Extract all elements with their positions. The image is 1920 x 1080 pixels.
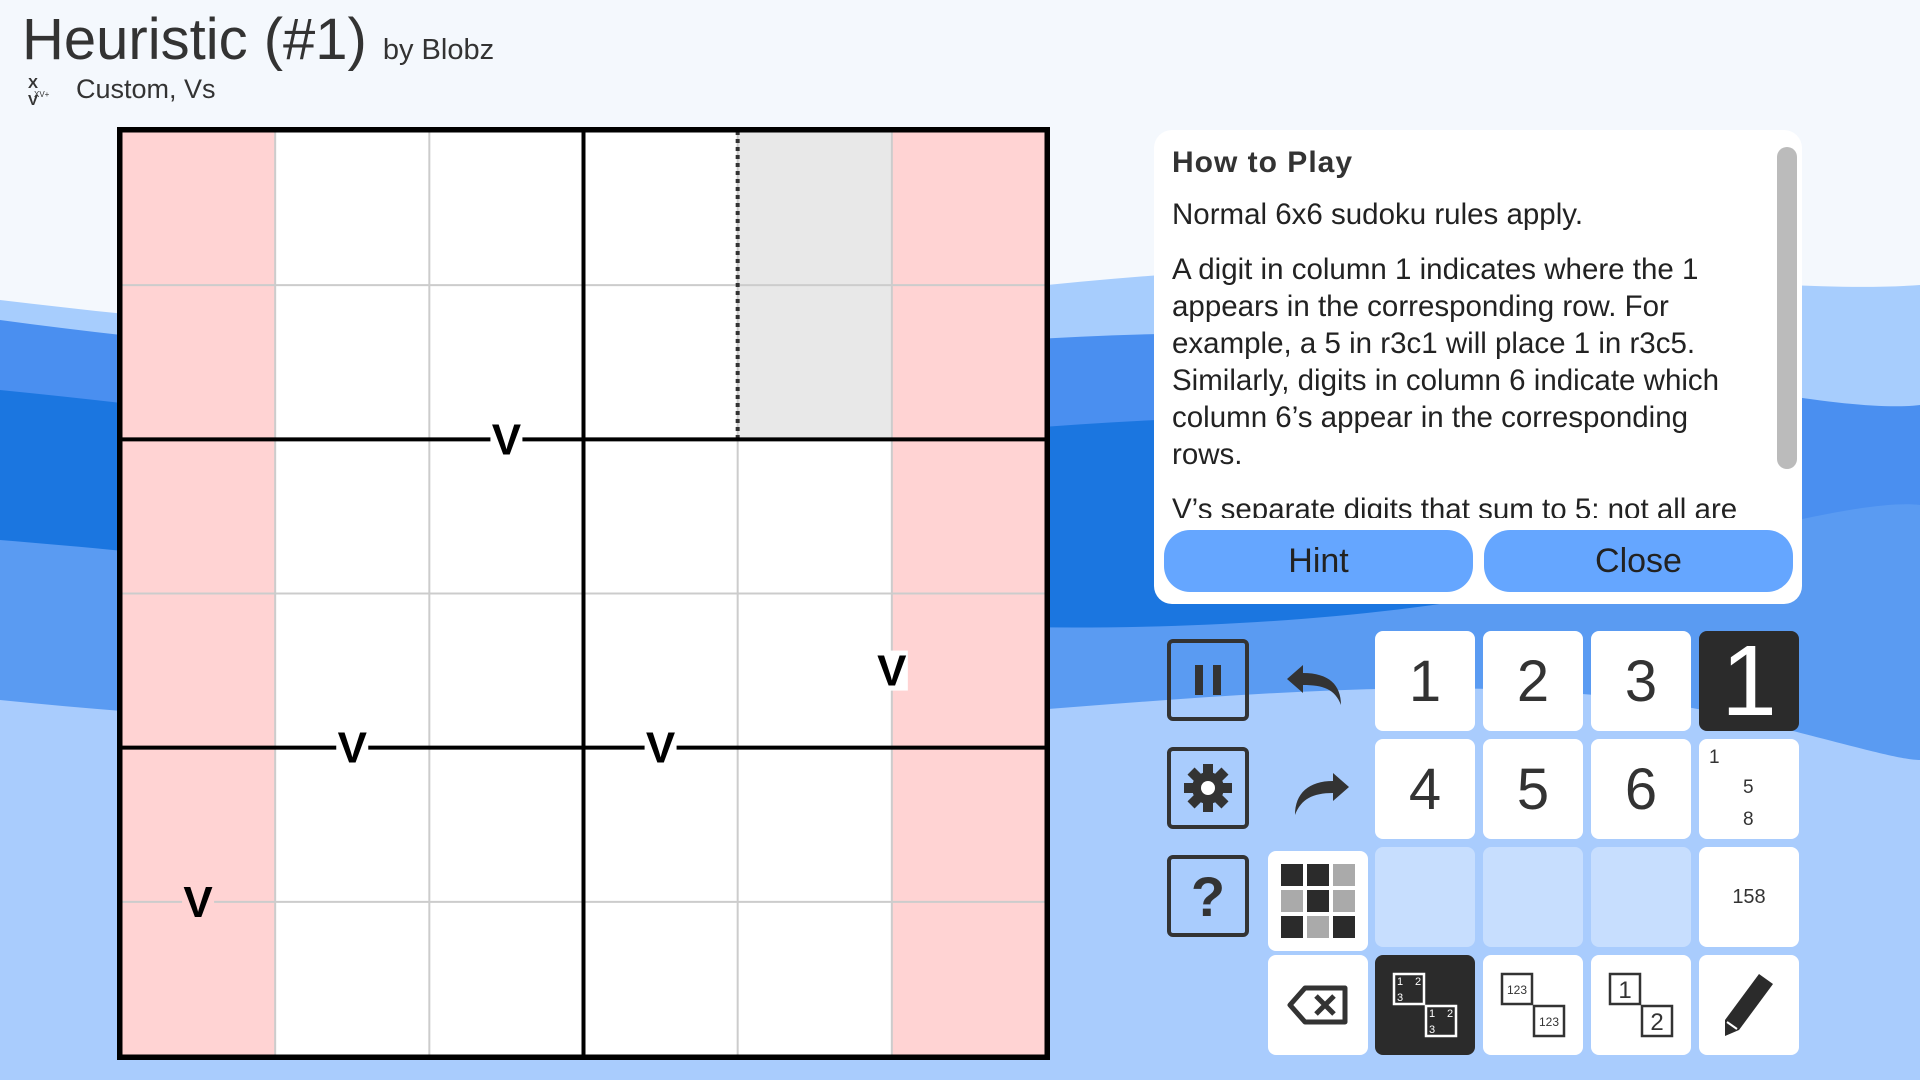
- corner-mode-button[interactable]: 1 5 8: [1699, 739, 1799, 839]
- svg-text:3: 3: [1429, 1024, 1435, 1036]
- digit-2-button[interactable]: 2: [1483, 631, 1583, 731]
- digit-1-button[interactable]: 1: [1375, 631, 1475, 731]
- help-button[interactable]: ?: [1167, 855, 1249, 937]
- v-marker: V: [877, 647, 907, 696]
- normal-mode-button[interactable]: 1: [1699, 625, 1799, 737]
- corner-marks-icon: 1 2 3 1 2 3: [1392, 972, 1458, 1038]
- cell-r2c4[interactable]: [584, 285, 738, 439]
- rules-text[interactable]: How to Play Normal 6x6 sudoku rules appl…: [1172, 146, 1762, 518]
- svg-text:2: 2: [1447, 1008, 1453, 1020]
- cell-r3c2[interactable]: [275, 439, 429, 593]
- svg-text:3: 3: [1397, 992, 1403, 1004]
- cell-r1c5[interactable]: [737, 131, 892, 286]
- cell-r4c5[interactable]: [738, 594, 892, 748]
- rules-heading: How to Play: [1172, 146, 1354, 179]
- center-marks-tool[interactable]: 123 123: [1483, 955, 1583, 1055]
- cell-r1c4[interactable]: [584, 131, 738, 285]
- undo-icon: [1287, 665, 1341, 705]
- delete-button[interactable]: [1268, 955, 1368, 1055]
- cell-r3c4[interactable]: [584, 439, 738, 593]
- v-marker: V: [646, 724, 676, 773]
- rule-paragraph: V’s separate digits that sum to 5; not a…: [1172, 493, 1738, 518]
- empty-slot: [1375, 847, 1475, 947]
- cell-r4c6[interactable]: [891, 593, 1046, 748]
- cell-r6c2[interactable]: [275, 902, 429, 1056]
- svg-text:2: 2: [1650, 1009, 1663, 1036]
- cell-r3c6[interactable]: [891, 439, 1046, 594]
- cell-r2c1[interactable]: [121, 285, 276, 440]
- close-button[interactable]: Close: [1484, 530, 1793, 592]
- settings-button[interactable]: [1167, 747, 1249, 829]
- digit-5-button[interactable]: 5: [1483, 739, 1583, 839]
- cell-r5c3[interactable]: [429, 748, 583, 902]
- cell-r6c4[interactable]: [584, 902, 738, 1056]
- cell-r4c3[interactable]: [429, 594, 583, 748]
- help-label: ?: [1190, 864, 1226, 928]
- svg-text:2: 2: [1415, 976, 1421, 988]
- pen-icon: [1725, 974, 1773, 1036]
- cell-r4c1[interactable]: [121, 593, 276, 748]
- puzzle-title: Heuristic (#1): [22, 7, 367, 72]
- v-marker: V: [492, 415, 522, 464]
- cell-r2c5[interactable]: [737, 285, 892, 440]
- empty-slot: [1591, 847, 1691, 947]
- center-marks-icon: 123 123: [1500, 972, 1566, 1038]
- puzzle-tags: Custom, Vs: [76, 74, 216, 104]
- corner-marks-tool[interactable]: 1 2 3 1 2 3: [1375, 955, 1475, 1055]
- hint-button[interactable]: Hint: [1164, 530, 1473, 592]
- undo-button[interactable]: [1268, 635, 1368, 735]
- cell-r3c5[interactable]: [738, 439, 892, 593]
- pen-tool[interactable]: [1699, 955, 1799, 1055]
- backspace-icon: [1287, 985, 1348, 1025]
- empty-slot: [1483, 847, 1583, 947]
- cell-r1c1[interactable]: [121, 131, 276, 286]
- digit-4-button[interactable]: 4: [1375, 739, 1475, 839]
- svg-text:1: 1: [1429, 1008, 1435, 1020]
- pause-icon: [1195, 665, 1221, 695]
- svg-text:123: 123: [1507, 983, 1527, 997]
- svg-text:1: 1: [1397, 976, 1403, 988]
- digit-6-button[interactable]: 6: [1591, 739, 1691, 839]
- sudoku-grid[interactable]: V V V V V: [117, 127, 1050, 1060]
- svg-text:123: 123: [1539, 1015, 1559, 1029]
- svg-text:1: 1: [1618, 977, 1631, 1004]
- normal-digits-icon: 1 2: [1608, 972, 1674, 1038]
- center-mode-button[interactable]: 158: [1699, 847, 1799, 947]
- gear-icon: [1184, 764, 1232, 812]
- rule-paragraph: Normal 6x6 sudoku rules apply.: [1172, 198, 1584, 231]
- cell-r5c6[interactable]: [891, 747, 1046, 902]
- rule-paragraph: A digit in column 1 indicates where the …: [1172, 253, 1720, 471]
- redo-button[interactable]: [1268, 743, 1368, 843]
- color-mode-button[interactable]: [1268, 851, 1368, 951]
- puzzle-author: by Blobz: [382, 34, 495, 66]
- color-grid-icon: [1281, 864, 1355, 938]
- cell-r6c3[interactable]: [429, 902, 583, 1056]
- cell-r1c3[interactable]: [429, 131, 583, 285]
- cell-r1c2[interactable]: [275, 131, 429, 285]
- v-marker: V: [338, 724, 368, 773]
- v-marker: V: [183, 878, 213, 927]
- rules-scrollbar[interactable]: [1777, 147, 1797, 469]
- cell-r6c6[interactable]: [891, 901, 1046, 1056]
- redo-icon: [1295, 773, 1349, 815]
- cell-r6c5[interactable]: [738, 902, 892, 1056]
- cell-r2c6[interactable]: [891, 285, 1046, 440]
- normal-digits-tool[interactable]: 1 2: [1591, 955, 1691, 1055]
- cell-r2c2[interactable]: [275, 285, 429, 439]
- xv-icon: X V XV+: [28, 74, 50, 109]
- cell-r1c6[interactable]: [891, 131, 1046, 286]
- pause-button[interactable]: [1167, 639, 1249, 721]
- cell-r5c5[interactable]: [738, 748, 892, 902]
- digit-3-button[interactable]: 3: [1591, 631, 1691, 731]
- cell-r3c1[interactable]: [121, 439, 276, 594]
